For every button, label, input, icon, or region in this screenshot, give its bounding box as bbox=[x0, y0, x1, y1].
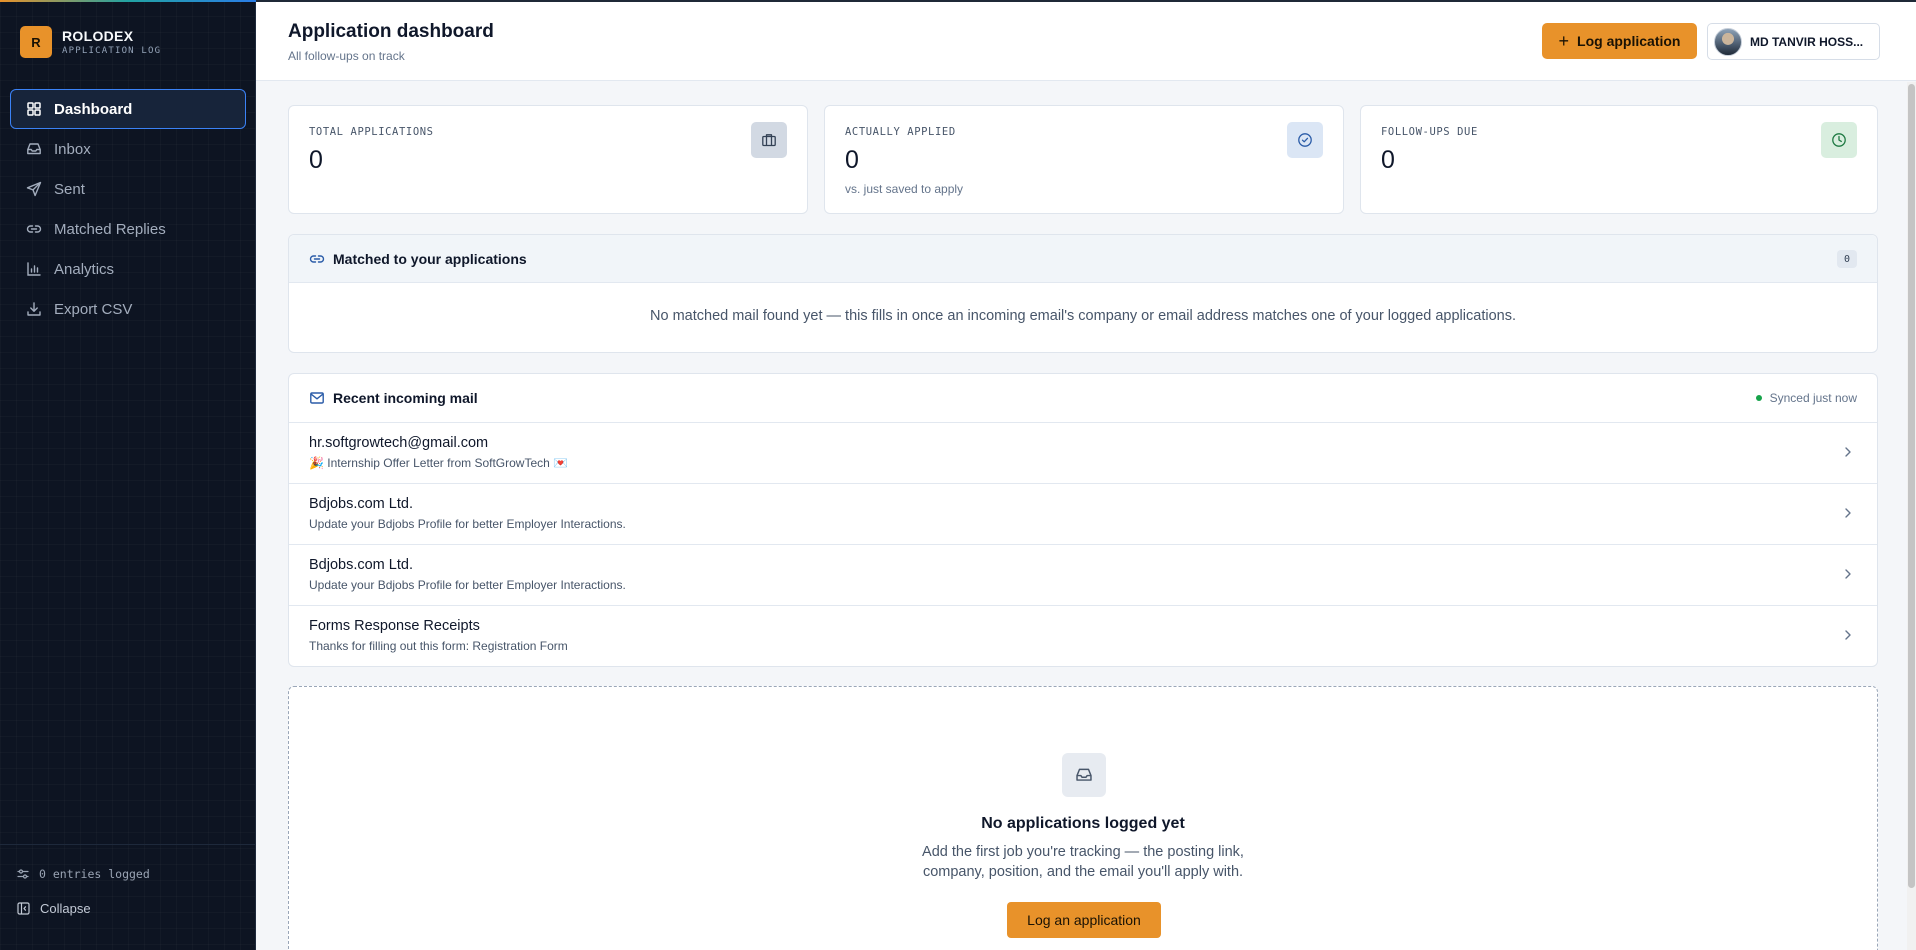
matched-title: Matched to your applications bbox=[333, 250, 527, 267]
mail-sender: Forms Response Receipts bbox=[309, 618, 480, 634]
sidebar: R ROLODEX APPLICATION LOG Dashboard Inbo… bbox=[0, 0, 256, 950]
entries-count: 0 entries logged bbox=[17, 867, 150, 881]
brand-subtitle: APPLICATION LOG bbox=[62, 46, 162, 56]
inbox-icon bbox=[26, 141, 42, 157]
collapse-button[interactable]: Collapse bbox=[17, 901, 91, 916]
mail-subject: Update your Bdjobs Profile for better Em… bbox=[309, 517, 626, 531]
sidebar-item-export-csv[interactable]: Export CSV bbox=[10, 289, 246, 329]
user-name: MD TANVIR HOSS... bbox=[1750, 34, 1864, 49]
chevron-right-icon bbox=[1845, 508, 1851, 518]
page-header: Application dashboard All follow-ups on … bbox=[256, 2, 1916, 81]
mail-header: Recent incoming mail Synced just now bbox=[289, 374, 1877, 422]
stat-label: ACTUALLY APPLIED bbox=[845, 126, 956, 138]
mail-icon bbox=[310, 392, 324, 404]
stat-value: 0 bbox=[845, 146, 859, 174]
stat-value: 0 bbox=[1381, 146, 1395, 174]
stat-label: FOLLOW-UPS DUE bbox=[1381, 126, 1478, 138]
avatar bbox=[1714, 27, 1742, 56]
user-menu[interactable]: MD TANVIR HOSS... bbox=[1707, 23, 1880, 60]
stat-card-total-applications: TOTAL APPLICATIONS 0 bbox=[288, 105, 808, 214]
empty-description-line: Add the first job you're tracking — the … bbox=[922, 844, 1244, 860]
sidebar-collapse-icon bbox=[17, 902, 30, 915]
sidebar-item-label: Export CSV bbox=[54, 300, 133, 318]
log-application-label: Log application bbox=[1577, 33, 1681, 49]
mail-sender: Bdjobs.com Ltd. bbox=[309, 557, 413, 573]
link-icon bbox=[309, 254, 325, 263]
page-title: Application dashboard bbox=[288, 21, 494, 42]
recent-mail-card: Recent incoming mail Synced just now hr.… bbox=[288, 373, 1878, 667]
sidebar-item-inbox[interactable]: Inbox bbox=[10, 129, 246, 169]
stat-note: vs. just saved to apply bbox=[845, 182, 964, 196]
bar-chart-icon bbox=[26, 261, 42, 277]
log-an-application-button[interactable]: Log an application bbox=[1007, 902, 1161, 938]
matched-header: Matched to your applications 0 bbox=[289, 235, 1877, 283]
log-application-button[interactable]: + Log application bbox=[1542, 23, 1697, 59]
entries-text: 0 entries logged bbox=[39, 867, 150, 881]
inbox-icon bbox=[1062, 753, 1106, 797]
sidebar-item-label: Inbox bbox=[54, 140, 91, 158]
dashboard-icon bbox=[26, 101, 42, 117]
mail-row[interactable]: Bdjobs.com Ltd. Update your Bdjobs Profi… bbox=[289, 483, 1877, 544]
chevron-right-icon bbox=[1845, 630, 1851, 640]
mail-row[interactable]: hr.softgrowtech@gmail.com 🎉 Internship O… bbox=[289, 422, 1877, 483]
sidebar-item-matched-replies[interactable]: Matched Replies bbox=[10, 209, 246, 249]
matched-applications-card: Matched to your applications 0 No matche… bbox=[288, 234, 1878, 353]
mail-subject: 🎉 Internship Offer Letter from SoftGrowT… bbox=[309, 456, 569, 470]
mail-row[interactable]: Forms Response Receipts Thanks for filli… bbox=[289, 605, 1877, 666]
collapse-label: Collapse bbox=[40, 901, 91, 916]
sync-dot-icon bbox=[1755, 395, 1762, 401]
briefcase-icon bbox=[751, 122, 787, 158]
plus-icon: + bbox=[1558, 31, 1570, 51]
sync-status-text: Synced just now bbox=[1769, 391, 1857, 405]
stat-card-follow-ups-due: FOLLOW-UPS DUE 0 bbox=[1360, 105, 1878, 214]
chevron-right-icon bbox=[1845, 569, 1851, 579]
mail-subject: Update your Bdjobs Profile for better Em… bbox=[309, 578, 626, 592]
sidebar-item-label: Matched Replies bbox=[54, 220, 166, 238]
sidebar-item-label: Sent bbox=[54, 180, 85, 198]
empty-description: Add the first job you're tracking — the … bbox=[289, 842, 1877, 882]
brand[interactable]: R ROLODEX APPLICATION LOG bbox=[20, 26, 161, 58]
sliders-icon bbox=[17, 869, 29, 879]
empty-description-line: company, position, and the email you'll … bbox=[922, 864, 1244, 880]
empty-title: No applications logged yet bbox=[981, 815, 1185, 832]
check-circle-icon bbox=[1287, 122, 1323, 158]
sidebar-item-dashboard[interactable]: Dashboard bbox=[10, 89, 246, 129]
brand-name: ROLODEX bbox=[62, 28, 134, 44]
clock-icon bbox=[1821, 122, 1857, 158]
scrollbar-thumb[interactable] bbox=[1908, 84, 1915, 888]
page-subtitle: All follow-ups on track bbox=[288, 49, 405, 63]
send-icon bbox=[26, 181, 42, 197]
mail-row[interactable]: Bdjobs.com Ltd. Update your Bdjobs Profi… bbox=[289, 544, 1877, 605]
empty-applications-panel: No applications logged yet Add the first… bbox=[288, 686, 1878, 950]
brand-logo: R bbox=[20, 26, 52, 58]
mail-title: Recent incoming mail bbox=[333, 390, 478, 406]
matched-count-badge: 0 bbox=[1837, 250, 1857, 268]
matched-empty-message: No matched mail found yet — this fills i… bbox=[650, 308, 1516, 324]
chevron-right-icon bbox=[1845, 447, 1851, 457]
sidebar-item-label: Analytics bbox=[54, 260, 115, 278]
stat-card-actually-applied: ACTUALLY APPLIED 0 vs. just saved to app… bbox=[824, 105, 1344, 214]
page-scrollbar[interactable] bbox=[1907, 82, 1916, 950]
stat-value: 0 bbox=[309, 146, 323, 174]
stat-label: TOTAL APPLICATIONS bbox=[309, 126, 434, 138]
download-icon bbox=[26, 301, 42, 317]
sync-status: Synced just now bbox=[1755, 391, 1857, 405]
sidebar-item-analytics[interactable]: Analytics bbox=[10, 249, 246, 289]
sidebar-footer: 0 entries logged Collapse bbox=[0, 844, 256, 950]
top-accent-bar bbox=[0, 0, 1916, 2]
link-icon bbox=[26, 221, 42, 237]
mail-sender: hr.softgrowtech@gmail.com bbox=[309, 435, 489, 451]
sidebar-nav: Dashboard Inbox Sent Matched Replies Ana… bbox=[10, 89, 246, 329]
mail-sender: Bdjobs.com Ltd. bbox=[309, 496, 413, 512]
mail-subject: Thanks for filling out this form: Regist… bbox=[309, 639, 568, 653]
sidebar-item-sent[interactable]: Sent bbox=[10, 169, 246, 209]
sidebar-item-label: Dashboard bbox=[54, 100, 133, 118]
